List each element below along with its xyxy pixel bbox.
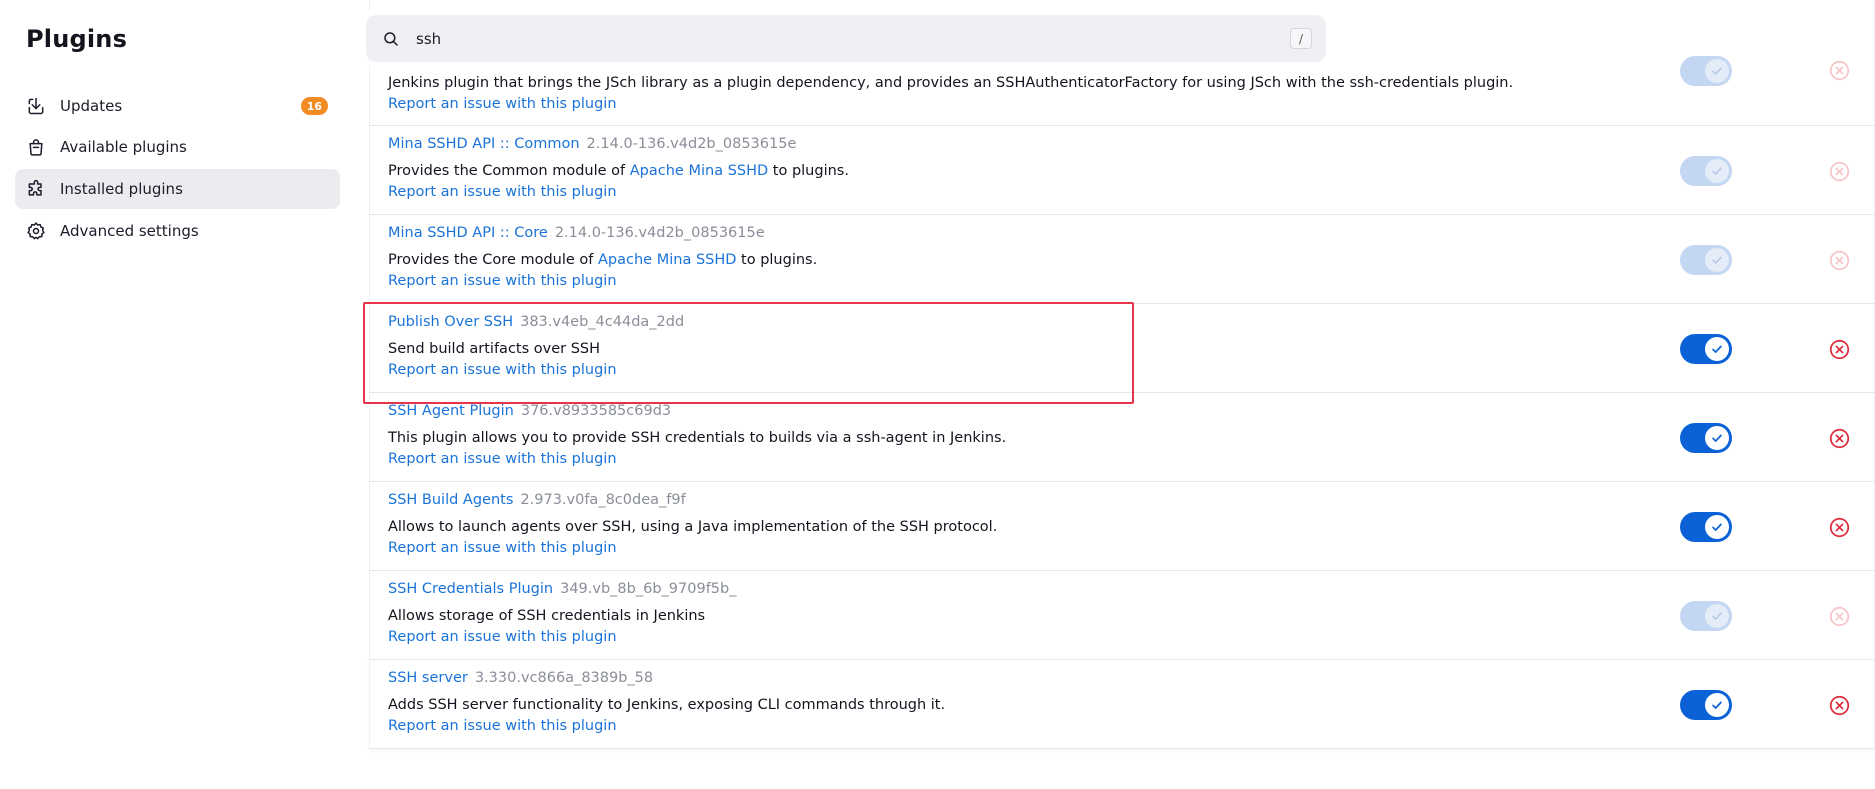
apache-mina-sshd-link[interactable]: Apache Mina SSHD (598, 252, 736, 268)
plugin-header: SSH Agent Plugin 376.v8933585c69d3 (388, 403, 671, 419)
uninstall-icon[interactable] (1829, 339, 1850, 360)
uninstall-icon[interactable] (1829, 517, 1850, 538)
plugin-name-link[interactable]: SSH Agent Plugin (388, 403, 514, 419)
check-icon (1705, 604, 1729, 628)
description-text: Provides the Common module of (388, 163, 630, 179)
uninstall-icon[interactable] (1829, 606, 1850, 627)
plugin-row-ssh-credentials: SSH Credentials Plugin 349.vb_8b_6b_9709f… (369, 571, 1875, 660)
plugin-description: Jenkins plugin that brings the JSch libr… (388, 75, 1514, 91)
description-text: Provides the Core module of (388, 252, 599, 268)
plugin-enable-toggle[interactable] (1680, 245, 1732, 275)
sidebar-item-updates[interactable]: Updates 16 (15, 86, 340, 126)
plugin-description: Allows storage of SSH credentials in Jen… (388, 608, 706, 624)
report-issue-link[interactable]: Report an issue with this plugin (388, 96, 617, 112)
plugin-header: SSH Build Agents 2.973.v0fa_8c0dea_f9f (388, 492, 686, 508)
plugin-description: Adds SSH server functionality to Jenkins… (388, 697, 946, 713)
plugin-header: SSH server 3.330.vc866a_8389b_58 (388, 670, 653, 686)
check-icon (1705, 337, 1729, 361)
plugin-name-link[interactable]: SSH Build Agents (388, 492, 513, 508)
plugin-header: SSH Credentials Plugin 349.vb_8b_6b_9709f… (388, 581, 736, 597)
sidebar-item-installed-plugins[interactable]: Installed plugins (15, 169, 340, 209)
sidebar-item-label: Installed plugins (60, 180, 183, 198)
uninstall-icon[interactable] (1829, 60, 1850, 81)
plugin-row-ssh-build-agents: SSH Build Agents 2.973.v0fa_8c0dea_f9f Al… (369, 482, 1875, 571)
plugin-name-link[interactable]: Mina SSHD API :: Core (388, 225, 548, 241)
report-issue-link[interactable]: Report an issue with this plugin (388, 362, 617, 378)
plugin-enable-toggle[interactable] (1680, 334, 1732, 364)
plugin-version: 383.v4eb_4c44da_2dd (520, 314, 685, 330)
report-issue-link[interactable]: Report an issue with this plugin (388, 540, 617, 556)
apache-mina-sshd-link[interactable]: Apache Mina SSHD (630, 163, 768, 179)
plugin-enable-toggle[interactable] (1680, 601, 1732, 631)
plugin-description: Send build artifacts over SSH (388, 341, 601, 357)
plugin-row-mina-sshd-common: Mina SSHD API :: Common 2.14.0-136.v4d2b_… (369, 126, 1875, 215)
plugin-header: Publish Over SSH 383.v4eb_4c44da_2dd (388, 314, 684, 330)
search-bar[interactable]: / (366, 15, 1326, 62)
sidebar-item-advanced-settings[interactable]: Advanced settings (15, 211, 340, 251)
plugin-header: Mina SSHD API :: Core 2.14.0-136.v4d2b_08… (388, 225, 765, 241)
search-icon (382, 30, 400, 48)
check-icon (1705, 515, 1729, 539)
description-text: to plugins. (736, 252, 818, 268)
sidebar-item-available-plugins[interactable]: Available plugins (15, 127, 340, 167)
report-issue-link[interactable]: Report an issue with this plugin (388, 718, 617, 734)
description-text: to plugins. (768, 163, 849, 179)
uninstall-icon[interactable] (1829, 250, 1850, 271)
sidebar-item-label: Updates (60, 97, 123, 115)
check-icon (1705, 159, 1729, 183)
plugin-version: 376.v8933585c69d3 (520, 403, 672, 419)
search-input[interactable] (414, 28, 1234, 49)
plugin-row-mina-sshd-core: Mina SSHD API :: Core 2.14.0-136.v4d2b_08… (369, 215, 1875, 304)
plugin-enable-toggle[interactable] (1680, 512, 1732, 542)
plugin-version: 2.14.0-136.v4d2b_0853615e (554, 225, 765, 241)
gear-icon (26, 221, 46, 241)
check-icon (1705, 248, 1729, 272)
plugin-description: This plugin allows you to provide SSH cr… (388, 430, 1007, 446)
plugin-header: Mina SSHD API :: Common 2.14.0-136.v4d2b_… (388, 136, 796, 152)
report-issue-link[interactable]: Report an issue with this plugin (388, 184, 617, 200)
plugin-enable-toggle[interactable] (1680, 423, 1732, 453)
plugin-version: 349.vb_8b_6b_9709f5b_ (560, 581, 737, 597)
plugin-enable-toggle[interactable] (1680, 56, 1732, 86)
plugin-version: 2.973.v0fa_8c0dea_f9f (520, 492, 686, 508)
plugin-name-link[interactable]: SSH server (388, 670, 468, 686)
sidebar: Plugins Updates 16 Available plugins Ins… (0, 0, 355, 789)
plugin-description: Provides the Common module of Apache Min… (388, 163, 849, 179)
report-issue-link[interactable]: Report an issue with this plugin (388, 629, 617, 645)
plugin-description: Allows to launch agents over SSH, using … (388, 519, 998, 535)
plugin-row-ssh-server: SSH server 3.330.vc866a_8389b_58 Adds SSH… (369, 660, 1875, 749)
plugin-list: Jenkins plugin that brings the JSch libr… (369, 0, 1875, 750)
plugin-name-link[interactable]: Mina SSHD API :: Common (388, 136, 580, 152)
plugin-row-publish-over-ssh: Publish Over SSH 383.v4eb_4c44da_2dd Send… (369, 304, 1875, 393)
plugin-enable-toggle[interactable] (1680, 690, 1732, 720)
plugin-name-link[interactable]: SSH Credentials Plugin (388, 581, 553, 597)
check-icon (1705, 59, 1729, 83)
uninstall-icon[interactable] (1829, 695, 1850, 716)
download-icon (26, 96, 46, 116)
puzzle-icon (26, 179, 46, 199)
plugin-description: Provides the Core module of Apache Mina … (388, 252, 817, 268)
shopping-bag-icon (26, 137, 46, 157)
uninstall-icon[interactable] (1829, 161, 1850, 182)
plugin-version: 2.14.0-136.v4d2b_0853615e (586, 136, 797, 152)
uninstall-icon[interactable] (1829, 428, 1850, 449)
plugin-enable-toggle[interactable] (1680, 156, 1732, 186)
plugin-name-link[interactable]: Publish Over SSH (388, 314, 513, 330)
sidebar-item-label: Advanced settings (60, 222, 199, 240)
updates-count-badge: 16 (300, 97, 328, 115)
plugin-version: 3.330.vc866a_8389b_58 (474, 670, 654, 686)
sidebar-item-label: Available plugins (60, 138, 187, 156)
plugin-row-ssh-agent: SSH Agent Plugin 376.v8933585c69d3 This p… (369, 393, 1875, 482)
check-icon (1705, 426, 1729, 450)
page-title: Plugins (26, 25, 128, 53)
report-issue-link[interactable]: Report an issue with this plugin (388, 451, 617, 467)
check-icon (1705, 693, 1729, 717)
report-issue-link[interactable]: Report an issue with this plugin (388, 273, 617, 289)
search-shortcut-hint: / (1290, 28, 1312, 49)
